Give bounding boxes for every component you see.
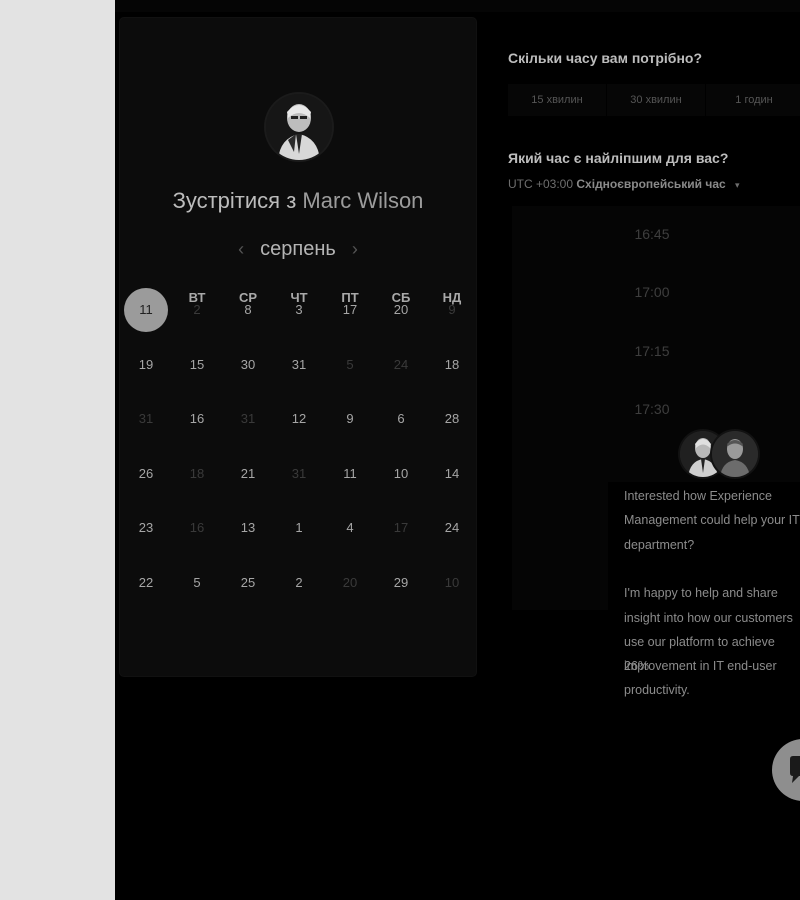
calendar-week-row: 31 16 31 12 9 6 28 [120,409,476,429]
calendar-day[interactable]: 1 [277,506,321,550]
calendar-day: 18 [189,465,205,481]
calendar-day: 31 [240,411,256,427]
host-avatar [266,94,332,160]
calendar-day[interactable]: 11 [328,452,372,496]
chevron-right-icon[interactable]: › [352,239,358,260]
chat-message-line: I'm happy to help and share [624,586,778,601]
calendar-day[interactable]: 9 [328,397,372,441]
person-photo-icon [712,431,758,477]
calendar-day[interactable]: 25 [226,561,270,605]
chat-message-bubble: Interested how Experience Management coul… [608,482,800,710]
timezone-offset: UTC +03:00 [508,177,574,191]
calendar-day: 9 [448,302,456,317]
calendar-title: Зустрітися з Marc Wilson [120,188,476,214]
time-slot[interactable]: 17:30 [630,398,674,420]
left-margin [0,0,115,900]
chat-agent-avatars [680,431,760,483]
calendar-day-selected[interactable]: 11 [124,288,168,332]
calendar-day[interactable]: 21 [226,452,270,496]
calendar-day[interactable]: 16 [175,397,219,441]
calendar-day[interactable]: 22 [124,561,168,605]
chat-message-line: productivity. [624,683,690,698]
calendar-day: 16 [189,520,205,536]
calendar-day[interactable]: 13 [226,506,270,550]
calendar-day[interactable]: 28 [430,397,474,441]
calendar-week-row: 22 5 25 2 20 29 10 [120,573,476,593]
chat-message-line: department? [624,537,695,552]
calendar-day[interactable]: 2 [277,561,321,605]
calendar-card: Зустрітися з Marc Wilson ‹ серпень › ПНВ… [120,18,476,676]
time-slot[interactable]: 16:45 [630,223,674,245]
host-name: Marc Wilson [302,188,424,213]
calendar-day[interactable]: 3 [277,288,321,332]
chat-message-line: improvement in IT end-user [624,659,777,674]
calendar-day: 2 [193,302,201,317]
timezone-selector[interactable]: UTC +03:00 Східноєвропейський час ▾ [508,177,740,191]
duration-option-60[interactable]: 1 годин [706,84,800,116]
calendar-day: 31 [138,411,154,427]
chevron-left-icon[interactable]: ‹ [238,239,244,260]
calendar-day: 10 [444,575,460,590]
calendar-day[interactable]: 8 [226,288,270,332]
time-slot[interactable]: 17:15 [630,340,674,362]
calendar-day: 5 [346,356,354,372]
calendar-day[interactable]: 18 [430,343,474,387]
calendar-week-row: 19 15 30 31 5 24 18 [120,355,476,375]
calendar-week-row: 11 2 8 3 17 20 9 [120,288,476,332]
duration-options: 15 хвилин 30 хвилин 1 годин [508,84,800,116]
calendar-day[interactable]: 15 [175,343,219,387]
time-slot[interactable]: 17:00 [630,281,674,303]
chat-launcher-button[interactable] [772,739,800,801]
calendar-day[interactable]: 10 [379,452,423,496]
calendar-day[interactable]: 5 [175,561,219,605]
title-prefix: Зустрітися з [172,188,303,213]
calendar-day[interactable]: 4 [328,506,372,550]
calendar-day[interactable]: 12 [277,397,321,441]
duration-option-30[interactable]: 30 хвилин [607,84,705,116]
chat-message-line: Management could help your IT [624,513,800,528]
calendar-week-row: 23 16 13 1 4 17 24 [120,518,476,538]
duration-question: Скільки часу вам потрібно? [508,50,703,66]
calendar-day[interactable]: 20 [379,288,423,332]
current-month: серпень [260,237,336,260]
time-question: Який час є найліпшим для вас? [508,150,729,166]
duration-option-15[interactable]: 15 хвилин [508,84,606,116]
calendar-day[interactable]: 30 [226,343,270,387]
calendar-day[interactable]: 17 [328,288,372,332]
top-bar [115,0,800,12]
calendar-day: 31 [291,465,307,481]
person-photo-icon [266,94,332,160]
caret-down-icon: ▾ [735,180,740,190]
calendar-day: 17 [393,520,409,536]
calendar-day[interactable]: 14 [430,452,474,496]
calendar-week-row: 26 18 21 31 11 10 14 [120,464,476,484]
calendar-day[interactable]: 23 [124,506,168,550]
agent-avatar [712,431,758,477]
chat-message-line: Interested how Experience [624,489,773,503]
calendar-day[interactable]: 6 [379,397,423,441]
calendar-day[interactable]: 29 [379,561,423,605]
calendar-day[interactable]: 26 [124,452,168,496]
calendar-day[interactable]: 24 [430,506,474,550]
month-navigation: ‹ серпень › [120,234,476,264]
calendar-day[interactable]: 31 [277,343,321,387]
calendar-day: 24 [393,356,409,372]
chat-bubble-icon [790,756,800,783]
calendar-day: 20 [342,575,358,590]
timezone-name: Східноєвропейський час [576,177,726,191]
chat-message-line: insight into how our customers [624,610,793,625]
calendar-day[interactable]: 19 [124,343,168,387]
